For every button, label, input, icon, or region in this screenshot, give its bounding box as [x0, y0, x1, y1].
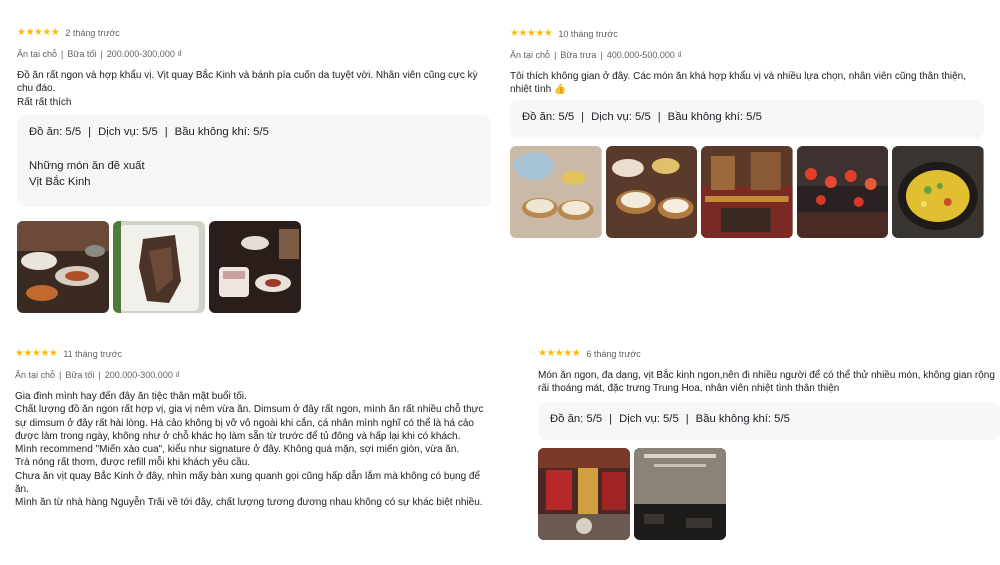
review-paragraph: Trà nóng rất thơm, được refill mỗi khi k… — [15, 457, 251, 469]
review-text: Món ăn ngon, đa dạng, vịt Bắc kinh ngon,… — [538, 369, 1000, 396]
ratings-panel: Đồ ăn: 5/5 | Dịch vụ: 5/5 | Bầu không khí: 5… — [538, 401, 1000, 440]
review-photo[interactable] — [605, 145, 698, 238]
star-rating: ★★★★★ — [538, 348, 581, 359]
review-text: Gia đình mình hay đến đây ăn tiệc thân m… — [15, 390, 493, 510]
review-paragraph: Món ăn ngon, đa dạng, vịt Bắc kinh ngon,… — [538, 370, 995, 395]
meta-dining-type: Ăn tại chỗ — [17, 49, 58, 59]
review-photo[interactable] — [510, 145, 602, 238]
review-paragraph: Chất lượng đồ ăn ngon rất hợp vị, gia vị… — [15, 404, 484, 442]
review-time: 2 tháng trước — [65, 28, 120, 38]
review-paragraph: Rất rất thích — [17, 96, 72, 108]
meta-dining-type: Ăn tại chỗ — [510, 50, 551, 60]
meta-meal: Bữa tối — [65, 370, 95, 380]
review-card: ★★★★★ 10 tháng trước Ăn tại chỗ | Bữa trưa… — [510, 28, 984, 238]
review-photo[interactable] — [701, 145, 793, 238]
rating-food: Đồ ăn: 5/5 — [29, 125, 82, 138]
review-header: ★★★★★ 10 tháng trước — [510, 28, 984, 40]
review-meta: Ăn tại chỗ | Bữa trưa | 400.000-500.000 ₫ — [510, 50, 682, 60]
rating-atmosphere: Bầu không khí: 5/5 — [667, 110, 762, 123]
review-photo[interactable] — [538, 447, 630, 540]
star-rating: ★★★★★ — [17, 27, 60, 38]
review-photos — [510, 145, 984, 238]
review-meta: Ăn tại chỗ | Bữa tối | 200.000-300.000 ₫ — [17, 49, 182, 59]
review-text: Đồ ăn rất ngon và hợp khẩu vị. Vịt quay … — [17, 69, 491, 109]
rating-atmosphere: Bầu không khí: 5/5 — [174, 125, 269, 138]
review-paragraph: Tôi thích không gian ở đây. Các món ăn k… — [510, 71, 967, 96]
ratings-row: Đồ ăn: 5/5 | Dịch vụ: 5/5 | Bầu không khí: 5… — [550, 412, 790, 425]
rating-food: Đồ ăn: 5/5 — [522, 110, 575, 123]
review-time: 10 tháng trước — [558, 29, 618, 39]
star-rating: ★★★★★ — [15, 348, 58, 359]
ratings-row: Đồ ăn: 5/5 | Dịch vụ: 5/5 | Bầu không khí: 5… — [522, 110, 762, 123]
review-photo[interactable] — [634, 447, 726, 540]
review-photo[interactable] — [892, 145, 984, 238]
review-card: ★★★★★ 11 tháng trước Ăn tại chỗ | Bữa tối |… — [15, 348, 493, 510]
meta-dining-type: Ăn tại chỗ — [15, 370, 56, 380]
review-paragraph: Gia đình mình hay đến đây ăn tiệc thân m… — [15, 391, 247, 402]
review-photo[interactable] — [113, 220, 205, 313]
star-rating: ★★★★★ — [510, 28, 553, 39]
ratings-panel: Đồ ăn: 5/5 | Dịch vụ: 5/5 | Bầu không khí: 5… — [510, 99, 984, 138]
rating-atmosphere: Bầu không khí: 5/5 — [695, 412, 790, 425]
review-paragraph: Chưa ăn vịt quay Bắc Kinh ở đây, nhìn mấ… — [15, 470, 481, 496]
meta-price: 200.000-300.000 ₫ — [104, 370, 180, 380]
rating-service: Dịch vụ: 5/5 — [98, 125, 158, 138]
recommended-dish[interactable]: Vịt Bắc Kinh — [29, 176, 479, 188]
review-paragraph: Mình ăn từ nhà hàng Nguyễn Trãi về tới đ… — [15, 497, 483, 509]
review-photo[interactable] — [209, 220, 301, 313]
review-header: ★★★★★ 6 tháng trước — [538, 348, 1000, 360]
ratings-row: Đồ ăn: 5/5 | Dịch vụ: 5/5 | Bầu không khí: 5… — [29, 125, 269, 138]
recommended-dishes-title: Những món ăn đề xuất — [29, 159, 145, 172]
review-time: 6 tháng trước — [586, 349, 641, 359]
review-header: ★★★★★ 2 tháng trước — [17, 27, 491, 39]
review-paragraph: Đồ ăn rất ngon và hợp khẩu vị. Vịt quay … — [17, 70, 478, 95]
review-meta: Ăn tại chỗ | Bữa tối | 200.000-300.000 ₫ — [15, 370, 180, 380]
meta-meal: Bữa trưa — [560, 50, 597, 60]
review-time: 11 tháng trước — [63, 349, 123, 359]
review-photos — [538, 447, 1000, 540]
review-card: ★★★★★ 6 tháng trước Món ăn ngon, đa dạng… — [538, 348, 1000, 540]
meta-price: 400.000-500.000 ₫ — [606, 50, 682, 60]
review-photo[interactable] — [17, 220, 109, 313]
review-card: ★★★★★ 2 tháng trước Ăn tại chỗ | Bữa tối | 2… — [17, 27, 491, 313]
review-photos — [17, 220, 491, 313]
ratings-panel: Đồ ăn: 5/5 | Dịch vụ: 5/5 | Bầu không khí: 5… — [17, 114, 491, 207]
review-header: ★★★★★ 11 tháng trước — [15, 348, 493, 360]
meta-price: 200.000-300.000 ₫ — [106, 49, 182, 59]
review-photo[interactable] — [796, 145, 889, 238]
review-paragraph: Mình recommend "Miến xào cua", kiểu như … — [15, 444, 460, 456]
meta-meal: Bữa tối — [67, 49, 97, 59]
rating-service: Dịch vụ: 5/5 — [591, 110, 651, 123]
rating-food: Đồ ăn: 5/5 — [550, 412, 603, 425]
rating-service: Dịch vụ: 5/5 — [619, 412, 679, 425]
review-text: Tôi thích không gian ở đây. Các món ăn k… — [510, 70, 984, 97]
